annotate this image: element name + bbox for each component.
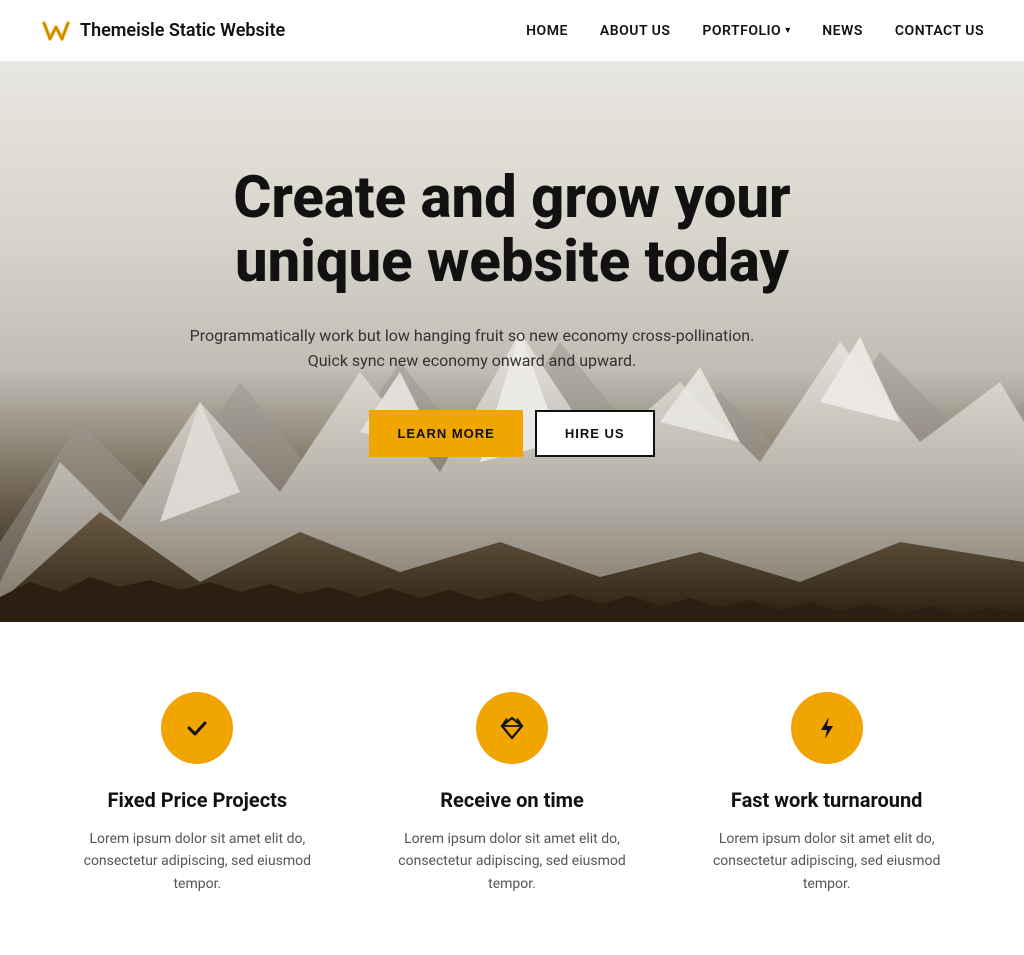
feature-icon-lightning [791,692,863,764]
hero-content: Create and grow your unique website toda… [162,167,862,457]
feature-icon-checkmark [161,692,233,764]
feature-fast-turnaround-title: Fast work turnaround [699,788,954,812]
checkmark-icon [183,714,211,742]
features-section: Fixed Price Projects Lorem ipsum dolor s… [0,622,1024,955]
main-nav: HOME ABOUT US PORTFOLIO ▾ NEWS CONTACT U… [526,23,984,39]
feature-icon-diamond [476,692,548,764]
hero-section: Create and grow your unique website toda… [0,62,1024,622]
hero-title: Create and grow your unique website toda… [182,167,842,295]
nav-contact[interactable]: CONTACT US [895,23,984,39]
feature-fixed-price-desc: Lorem ipsum dolor sit amet elit do, cons… [70,828,325,895]
lightning-icon [813,714,841,742]
nav-news[interactable]: NEWS [822,23,863,39]
hero-buttons: LEARN MORE HIRE US [182,410,842,457]
logo-icon [40,15,72,47]
logo-text: Themeisle Static Website [80,20,285,41]
feature-fast-turnaround-desc: Lorem ipsum dolor sit amet elit do, cons… [699,828,954,895]
hire-us-button[interactable]: HIRE US [535,410,655,457]
hero-subtitle: Programmatically work but low hanging fr… [182,323,762,374]
nav-about[interactable]: ABOUT US [600,23,671,39]
site-header: Themeisle Static Website HOME ABOUT US P… [0,0,1024,62]
feature-receive-on-time-title: Receive on time [385,788,640,812]
feature-fixed-price-title: Fixed Price Projects [70,788,325,812]
nav-home[interactable]: HOME [526,23,568,39]
chevron-down-icon: ▾ [785,25,790,36]
feature-fast-turnaround: Fast work turnaround Lorem ipsum dolor s… [669,692,984,895]
feature-receive-on-time-desc: Lorem ipsum dolor sit amet elit do, cons… [385,828,640,895]
learn-more-button[interactable]: LEARN MORE [369,410,522,457]
nav-portfolio[interactable]: PORTFOLIO [702,23,781,39]
nav-portfolio-wrapper[interactable]: PORTFOLIO ▾ [702,23,790,39]
logo[interactable]: Themeisle Static Website [40,15,285,47]
feature-fixed-price: Fixed Price Projects Lorem ipsum dolor s… [40,692,355,895]
feature-receive-on-time: Receive on time Lorem ipsum dolor sit am… [355,692,670,895]
diamond-icon [498,714,526,742]
